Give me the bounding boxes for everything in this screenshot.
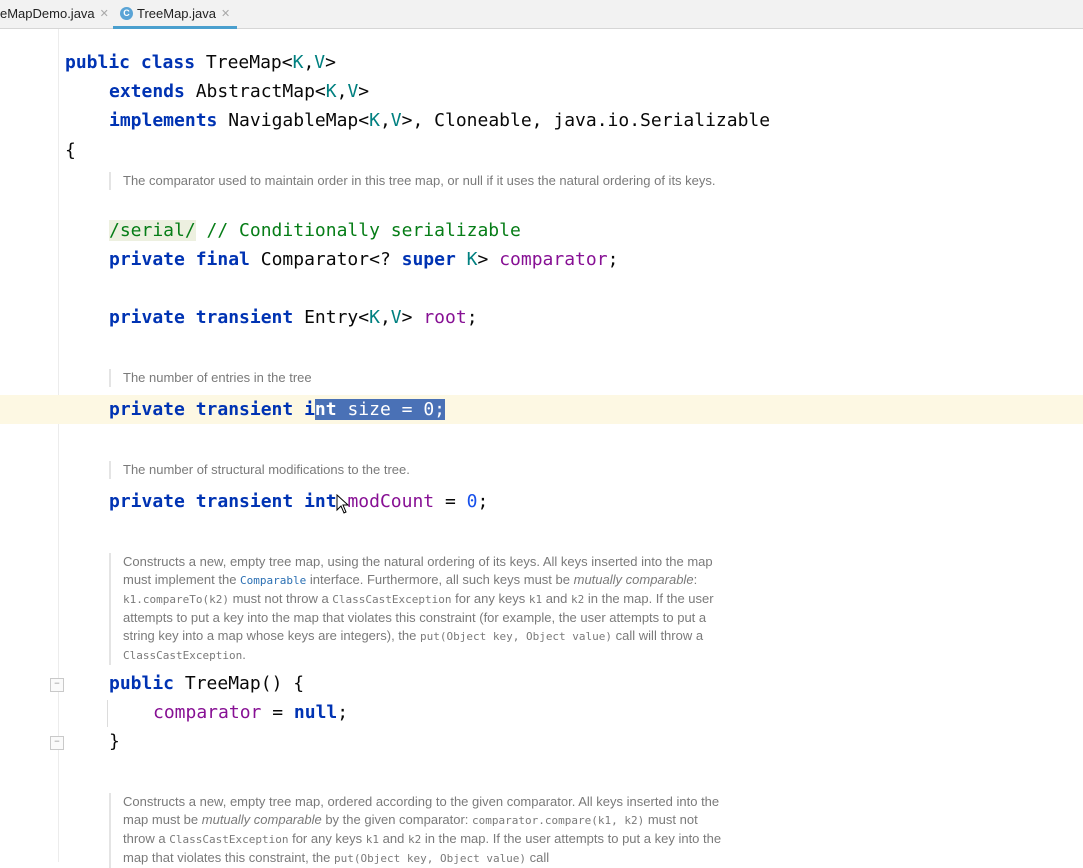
code-line[interactable]: private transient Entry<K,V> root; — [109, 303, 478, 332]
tab-treemap[interactable]: C TreeMap.java ✕ — [113, 0, 238, 29]
doc-comment: Constructs a new, empty tree map, using … — [109, 553, 729, 665]
class-icon: C — [120, 6, 133, 20]
doc-comment: The number of structural modifications t… — [109, 461, 729, 479]
close-icon[interactable]: ✕ — [100, 7, 109, 20]
fold-toggle-icon[interactable]: − — [50, 678, 64, 692]
tab-label: TreeMap.java — [137, 5, 216, 21]
fold-toggle-icon[interactable]: − — [50, 736, 64, 750]
code-line[interactable]: private final Comparator<? super K> comp… — [109, 245, 618, 274]
code-line[interactable]: extends AbstractMap<K,V> — [109, 77, 369, 106]
code-line[interactable]: private transient int modCount = 0; — [109, 487, 488, 516]
close-icon[interactable]: ✕ — [221, 7, 230, 20]
doc-comment: Constructs a new, empty tree map, ordere… — [109, 793, 729, 868]
editor-tab-bar: eMapDemo.java ✕ C TreeMap.java ✕ — [0, 0, 1083, 29]
indent-guide — [107, 700, 108, 727]
code-line[interactable]: } — [109, 727, 120, 756]
line-comment: // Conditionally serializable — [195, 220, 521, 241]
doc-comment: The comparator used to maintain order in… — [109, 172, 729, 190]
tab-label: eMapDemo.java — [0, 5, 95, 21]
code-line[interactable]: comparator = null; — [153, 698, 348, 727]
tab-treemapdemo[interactable]: eMapDemo.java ✕ — [0, 0, 109, 26]
doc-comment: The number of entries in the tree — [109, 369, 729, 387]
code-line[interactable]: { — [65, 136, 76, 165]
code-line[interactable]: implements NavigableMap<K,V>, Cloneable,… — [109, 106, 770, 135]
text-selection[interactable]: nt size = 0; — [314, 399, 445, 420]
mouse-cursor-icon — [336, 494, 350, 514]
code-line[interactable]: /serial/ // Conditionally serializable — [109, 216, 521, 245]
code-line[interactable]: public TreeMap() { — [109, 669, 304, 698]
code-line[interactable]: private transient int size = 0; — [109, 395, 445, 424]
code-line[interactable]: public class TreeMap<K,V> — [65, 48, 336, 77]
annotation-tag: /serial/ — [109, 220, 196, 241]
